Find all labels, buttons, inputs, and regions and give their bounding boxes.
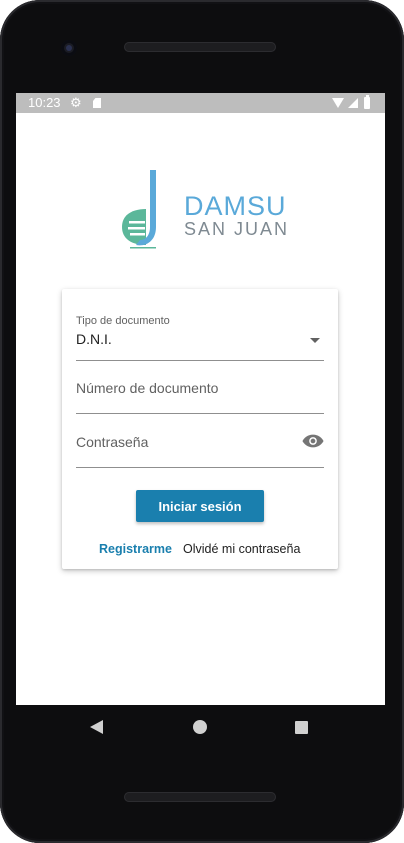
damsu-logo: DAMSU SAN JUAN bbox=[116, 169, 296, 249]
signal-icon bbox=[348, 98, 358, 108]
doc-number-input[interactable]: Número de documento bbox=[76, 367, 324, 414]
password-placeholder: Contraseña bbox=[76, 434, 149, 450]
bottom-speaker bbox=[124, 792, 276, 802]
wifi-icon bbox=[332, 98, 344, 108]
eye-icon[interactable] bbox=[302, 433, 324, 449]
forgot-password-link[interactable]: Olvidé mi contraseña bbox=[183, 542, 300, 556]
logo-text-san-juan: SAN JUAN bbox=[184, 219, 290, 239]
sd-card-icon bbox=[93, 98, 101, 108]
battery-icon bbox=[364, 95, 370, 109]
logo-mark-icon bbox=[122, 170, 156, 249]
doc-type-label: Tipo de documento bbox=[76, 315, 170, 327]
logo-text-damsu: DAMSU bbox=[184, 191, 287, 221]
app-screen: 10:23 ⚙ DAMSU SAN JUAN Tipo de documento bbox=[16, 93, 385, 705]
dropdown-arrow-icon[interactable] bbox=[310, 338, 320, 343]
register-link[interactable]: Registrarme bbox=[99, 542, 172, 556]
login-card: Tipo de documento D.N.I. Número de docum… bbox=[62, 289, 338, 569]
status-bar: 10:23 ⚙ bbox=[16, 93, 385, 113]
password-input[interactable]: Contraseña bbox=[76, 421, 324, 468]
back-icon[interactable] bbox=[90, 720, 103, 734]
navigation-bar bbox=[0, 705, 404, 750]
device-frame: 10:23 ⚙ DAMSU SAN JUAN Tipo de documento bbox=[0, 0, 404, 843]
doc-number-placeholder: Número de documento bbox=[76, 380, 219, 396]
recent-apps-icon[interactable] bbox=[295, 721, 308, 734]
gear-icon: ⚙ bbox=[70, 95, 82, 110]
doc-type-value: D.N.I. bbox=[76, 331, 112, 347]
doc-type-select[interactable]: Tipo de documento D.N.I. bbox=[76, 311, 324, 361]
status-time: 10:23 bbox=[28, 95, 61, 110]
login-button[interactable]: Iniciar sesión bbox=[136, 490, 264, 522]
front-camera bbox=[61, 40, 77, 56]
home-icon[interactable] bbox=[193, 720, 207, 734]
top-speaker bbox=[124, 42, 276, 52]
